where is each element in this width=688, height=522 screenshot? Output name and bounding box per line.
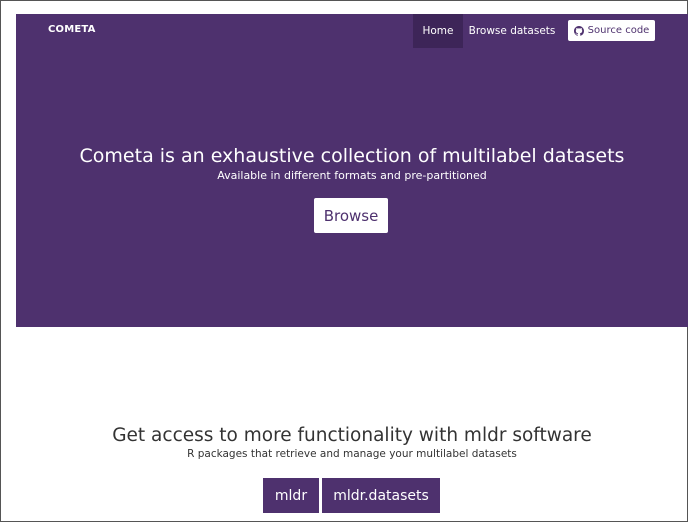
mldr-button[interactable]: mldr: [263, 478, 319, 513]
hero-title: Cometa is an exhaustive collection of mu…: [79, 145, 625, 167]
software-title: Get access to more functionality with ml…: [112, 425, 592, 446]
software-subtitle: R packages that retrieve and manage your…: [187, 448, 517, 460]
browse-button[interactable]: Browse: [314, 198, 388, 233]
nav-item-browse-datasets[interactable]: Browse datasets: [468, 14, 556, 48]
page-frame: COMETA Home Browse datasets Source code …: [0, 0, 688, 522]
hero-subtitle: Available in different formats and pre-p…: [217, 169, 487, 182]
navbar: COMETA Home Browse datasets Source code: [16, 14, 688, 48]
github-icon: [573, 25, 584, 36]
brand-logo[interactable]: COMETA: [48, 24, 96, 35]
mldr-datasets-button[interactable]: mldr.datasets: [322, 478, 440, 513]
source-code-button[interactable]: Source code: [568, 20, 655, 41]
nav-item-home[interactable]: Home: [413, 14, 463, 48]
hero-section: COMETA Home Browse datasets Source code …: [16, 14, 688, 327]
source-code-label: Source code: [587, 25, 650, 36]
